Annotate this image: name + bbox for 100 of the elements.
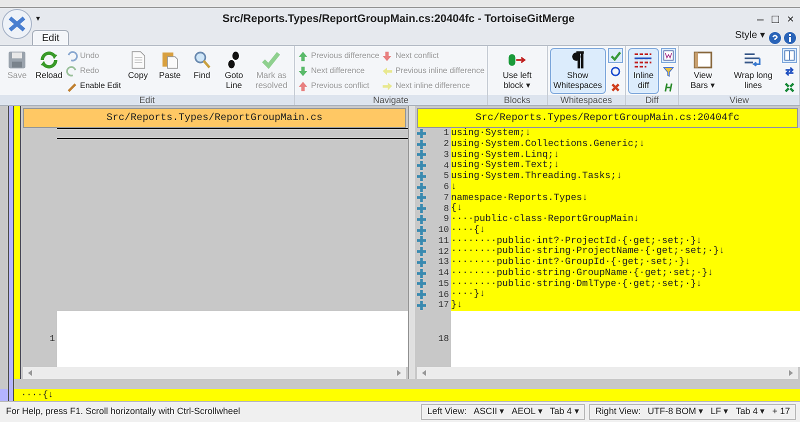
location-bar[interactable] bbox=[14, 106, 21, 379]
scroll-right-icon bbox=[788, 369, 794, 377]
plus-icon bbox=[417, 214, 426, 224]
ribbon-group-label: Edit bbox=[0, 95, 294, 105]
info-icon[interactable] bbox=[784, 32, 796, 44]
line-number: 1 bbox=[48, 334, 56, 344]
status-text: For Help, press F1. Scroll horizontally with Ctrl-Scrollwheel bbox=[5, 405, 242, 418]
plus-icon bbox=[417, 236, 426, 246]
line-number: 11 bbox=[437, 236, 450, 246]
quick-access-button[interactable]: ▾ bbox=[36, 13, 40, 25]
ribbon-button[interactable]: Inline diff bbox=[628, 48, 660, 94]
ribbon-button[interactable]: Enable Edit bbox=[66, 78, 121, 93]
up-arrow-icon bbox=[296, 50, 309, 62]
close-button[interactable]: × bbox=[786, 13, 794, 25]
ribbon-group-label: Blocks bbox=[488, 95, 547, 105]
status-dropdown[interactable]: LF ▾ bbox=[710, 405, 729, 419]
redo-icon bbox=[66, 64, 78, 76]
status-dropdown[interactable]: + 17 bbox=[772, 405, 790, 419]
checkmark-icon bbox=[610, 50, 621, 61]
ribbon-button[interactable]: Paste bbox=[154, 48, 185, 94]
ribbon-button[interactable]: View Bars ▾ bbox=[681, 48, 724, 94]
two-panes-button[interactable] bbox=[782, 48, 797, 63]
filter-button[interactable] bbox=[661, 64, 676, 79]
checkmark-icon bbox=[261, 50, 282, 70]
clipboard-icon bbox=[160, 50, 180, 70]
plus-icon bbox=[417, 161, 426, 170]
line-number: 3 bbox=[442, 150, 450, 160]
two-panes-icon bbox=[784, 50, 795, 61]
line-number: 2 bbox=[442, 139, 450, 150]
line-number: 1 bbox=[442, 128, 450, 138]
italic-h-icon bbox=[663, 82, 674, 93]
ribbon-button[interactable]: Use left block ▾ bbox=[490, 48, 545, 94]
panel-icon bbox=[692, 50, 713, 70]
plus-icon bbox=[417, 140, 426, 149]
status-dropdown[interactable]: AEOL ▾ bbox=[512, 405, 543, 419]
line-number: 16 bbox=[437, 290, 450, 300]
swap-arrows-icon bbox=[784, 66, 795, 77]
line-number: 6 bbox=[442, 182, 450, 192]
app-logo-icon[interactable] bbox=[2, 9, 32, 39]
style-menu[interactable]: Style ▾ bbox=[734, 28, 765, 43]
pane-title: Src/Reports.Types/ReportGroupMain.cs bbox=[23, 108, 406, 128]
scroll-left-icon bbox=[421, 369, 427, 377]
status-dropdown[interactable]: ASCII ▾ bbox=[474, 405, 505, 419]
line-number: 14 bbox=[437, 268, 450, 278]
ribbon-button[interactable]: Show Whitespaces bbox=[550, 48, 606, 94]
line-number: 18 bbox=[437, 334, 450, 344]
status-dropdown[interactable]: Tab 4 ▾ bbox=[736, 405, 766, 419]
plus-icon bbox=[417, 193, 426, 202]
status-dropdown[interactable]: UTF-8 BOM ▾ bbox=[648, 405, 704, 419]
ribbon-group-label: Diff bbox=[626, 95, 678, 105]
line-number: 12 bbox=[437, 246, 450, 257]
status-dropdown[interactable]: Tab 4 ▾ bbox=[550, 405, 580, 419]
word-diff-icon bbox=[663, 50, 674, 61]
close-icon bbox=[610, 82, 621, 93]
line-number: 13 bbox=[437, 257, 450, 268]
help-icon[interactable] bbox=[769, 32, 781, 44]
line-detail: ····{↓ bbox=[14, 389, 800, 401]
word-diff-button[interactable] bbox=[661, 48, 676, 63]
ribbon-button[interactable]: Wrap long lines bbox=[726, 48, 780, 94]
reload-icon bbox=[39, 50, 59, 70]
checkmark-button[interactable] bbox=[608, 48, 623, 63]
line-number: 15 bbox=[437, 278, 450, 289]
plus-icon bbox=[417, 204, 426, 214]
ribbon-group-label: View bbox=[679, 95, 799, 105]
horizontal-scrollbar[interactable] bbox=[417, 367, 798, 379]
ribbon-group-label: Navigate bbox=[294, 95, 487, 105]
ribbon-button[interactable]: Copy bbox=[122, 48, 153, 94]
horizontal-scrollbar[interactable] bbox=[23, 367, 406, 379]
ribbon-button[interactable]: Find bbox=[186, 48, 217, 94]
line-number: 8 bbox=[442, 204, 450, 214]
up-arrow-icon bbox=[296, 80, 309, 92]
maximize-button[interactable]: □ bbox=[772, 13, 779, 25]
plus-icon bbox=[417, 268, 426, 278]
plus-icon bbox=[417, 150, 426, 160]
collapse-arrows-button[interactable] bbox=[782, 80, 797, 95]
line-number: 10 bbox=[437, 225, 450, 236]
down-arrow-icon bbox=[381, 50, 394, 62]
filter-icon bbox=[663, 66, 674, 77]
scroll-right-icon bbox=[396, 369, 402, 377]
location-bar[interactable] bbox=[8, 106, 14, 379]
ribbon-tab[interactable]: Edit bbox=[32, 30, 70, 45]
ribbon-button[interactable]: Goto Line bbox=[218, 48, 249, 94]
status-label: Left View: bbox=[427, 405, 467, 418]
collapse-arrows-icon bbox=[784, 82, 795, 93]
plus-icon bbox=[417, 279, 426, 288]
plus-icon bbox=[417, 247, 426, 256]
status-label: Right View: bbox=[595, 405, 641, 418]
line-number: 17 bbox=[437, 300, 450, 310]
window-title: Src/Reports.Types/ReportGroupMain.cs:20404fc - TortoiseGitMerge bbox=[221, 12, 576, 27]
plus-icon bbox=[417, 290, 426, 300]
plus-icon bbox=[417, 300, 426, 310]
plus-icon bbox=[417, 258, 426, 267]
line-number: 4 bbox=[442, 160, 450, 171]
plus-icon bbox=[417, 182, 426, 192]
location-bar[interactable] bbox=[8, 389, 14, 401]
line-number: 9 bbox=[442, 214, 450, 224]
minimize-button[interactable]: – bbox=[757, 13, 764, 25]
ribbon-button[interactable]: Reload bbox=[34, 48, 64, 94]
circle-icon bbox=[610, 66, 621, 77]
plus-icon bbox=[417, 172, 426, 181]
